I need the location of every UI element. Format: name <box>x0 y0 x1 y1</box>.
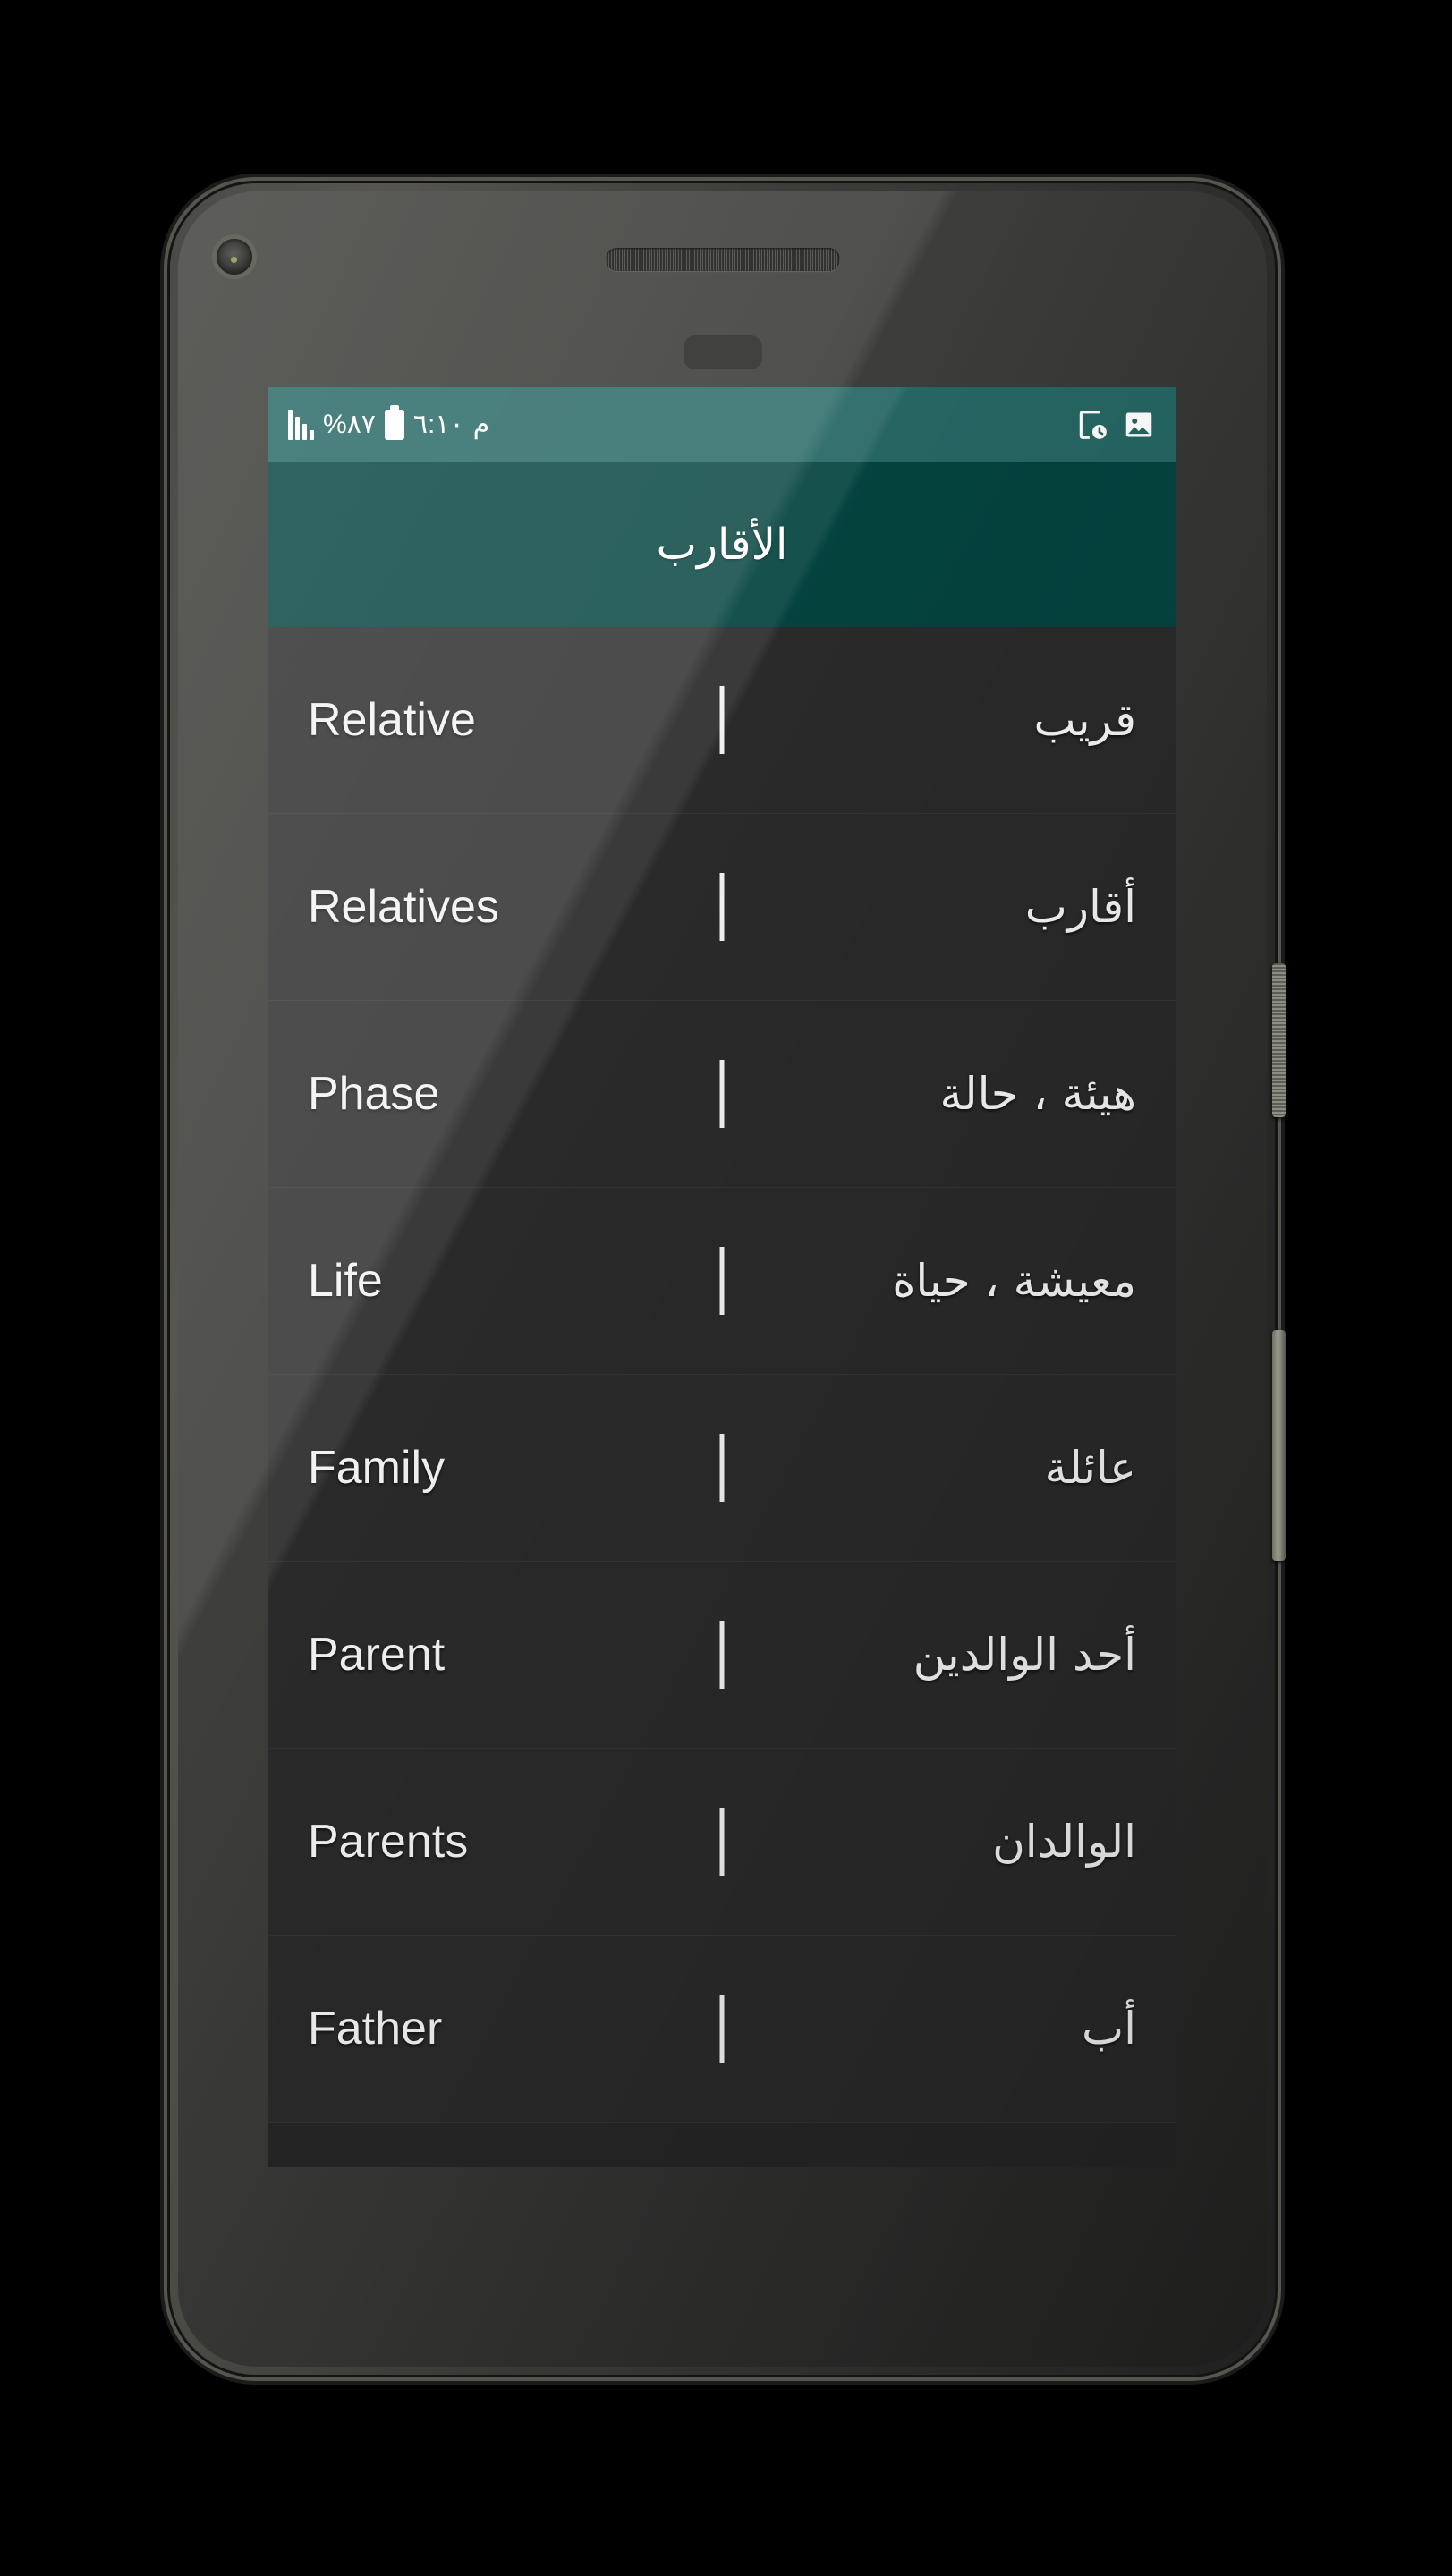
list-item[interactable]: Relative قريب <box>268 627 1176 814</box>
proximity-sensor-icon <box>683 335 762 369</box>
earpiece-speaker-icon <box>605 248 840 271</box>
row-divider <box>719 1060 725 1128</box>
page-title: الأقارب <box>656 519 788 570</box>
status-bar-left-group: م ٦:١٠ ٨٧% <box>288 409 489 440</box>
word-list: Relative قريب Relatives أقارب Phase هيئة… <box>268 627 1176 2167</box>
power-button[interactable] <box>1272 963 1286 1117</box>
image-icon <box>1122 407 1156 443</box>
list-item[interactable]: Relatives أقارب <box>268 814 1176 1001</box>
list-item[interactable]: Life معيشة ، حياة <box>268 1188 1176 1375</box>
list-empty-area <box>268 2123 1176 2167</box>
list-item-english: Life <box>308 1255 383 1307</box>
list-item-arabic: معيشة ، حياة <box>892 1255 1136 1307</box>
app-bar: الأقارب <box>268 462 1176 627</box>
list-item-english: Parent <box>308 1629 446 1681</box>
row-divider <box>719 1621 725 1689</box>
battery-icon <box>384 409 404 440</box>
list-item-arabic: الوالدان <box>992 1816 1136 1868</box>
list-item-arabic: قريب <box>1033 694 1136 746</box>
signal-bars-icon <box>288 409 314 440</box>
row-divider <box>719 873 725 941</box>
list-item-english: Father <box>308 2003 443 2055</box>
phone-clock-icon <box>1075 407 1109 443</box>
list-item[interactable]: Father أب <box>268 1936 1176 2123</box>
row-divider <box>719 1808 725 1876</box>
list-item-arabic: هيئة ، حالة <box>939 1068 1136 1120</box>
list-item-arabic: أقارب <box>1024 881 1136 933</box>
row-divider <box>719 1247 725 1315</box>
status-bar-clock: ٦:١٠ <box>412 410 464 439</box>
list-item-arabic: أب <box>1082 2003 1136 2055</box>
phone-device-frame: م ٦:١٠ ٨٧% الأقارب Relative قريب Relativ… <box>170 183 1286 2375</box>
list-item-english: Family <box>308 1442 446 1494</box>
row-divider <box>719 1434 725 1502</box>
row-divider <box>719 686 725 754</box>
list-item-english: Parents <box>308 1816 469 1868</box>
list-item-arabic: أحد الوالدين <box>913 1629 1136 1681</box>
row-divider <box>719 1995 725 2063</box>
front-camera-icon <box>217 239 252 275</box>
status-bar-meridiem: م <box>472 410 490 439</box>
phone-screen: م ٦:١٠ ٨٧% الأقارب Relative قريب Relativ… <box>268 387 1176 2167</box>
list-item-arabic: عائلة <box>1044 1442 1136 1494</box>
status-bar: م ٦:١٠ ٨٧% <box>268 387 1176 462</box>
volume-button[interactable] <box>1272 1330 1286 1561</box>
list-item[interactable]: Family عائلة <box>268 1375 1176 1562</box>
list-item-english: Relative <box>308 694 476 746</box>
list-item[interactable]: Parents الوالدان <box>268 1749 1176 1936</box>
list-item-english: Relatives <box>308 881 499 933</box>
battery-percent-label: ٨٧% <box>323 410 376 439</box>
list-item[interactable]: Parent أحد الوالدين <box>268 1562 1176 1749</box>
list-item-english: Phase <box>308 1068 440 1120</box>
list-item[interactable]: Phase هيئة ، حالة <box>268 1001 1176 1188</box>
status-bar-right-group <box>1075 407 1156 443</box>
